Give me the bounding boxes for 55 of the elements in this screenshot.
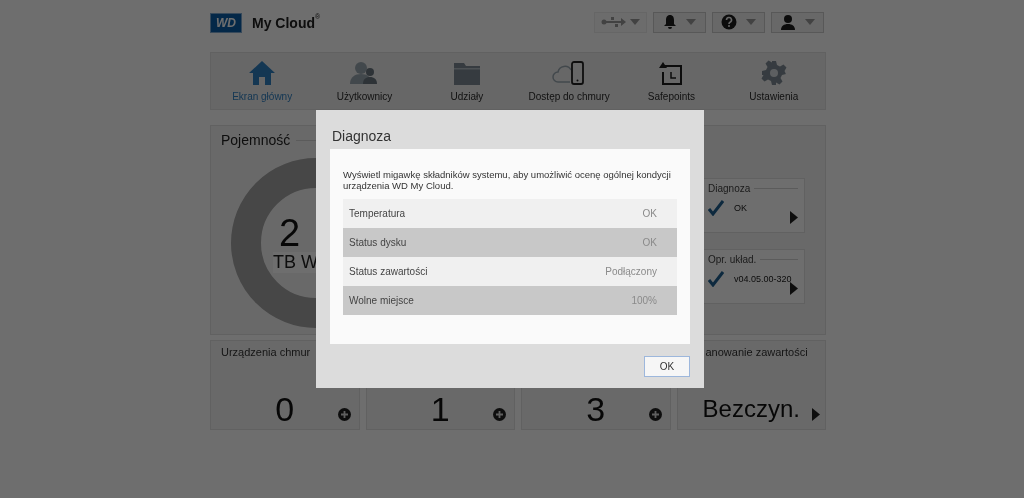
usb-icon [600, 16, 627, 28]
card-title: Pojemność [221, 132, 291, 148]
user-icon [780, 14, 797, 30]
status-title: Opr. układ. [708, 254, 757, 265]
tile-title: Urządzenia chmur [221, 346, 312, 358]
row-value: OK [642, 208, 657, 219]
status-title: Diagnoza [708, 183, 751, 194]
nav-tab[interactable]: Dostęp do chmury [518, 53, 621, 109]
caret-icon [804, 19, 815, 25]
help-button[interactable] [712, 11, 765, 33]
bell-button[interactable] [653, 11, 706, 33]
caret-icon [630, 19, 641, 25]
tile-value: Bezczyn. [702, 394, 800, 424]
row-label: Status zawartości [349, 266, 428, 277]
cloud-phone-icon [552, 60, 587, 86]
home-icon [248, 60, 277, 86]
row-value: Podłączony [605, 266, 657, 277]
settings-icon [760, 60, 787, 86]
row-value: 100% [631, 295, 657, 306]
row-value: OK [642, 237, 657, 248]
dialog-description: Wyświetl migawkę składników systemu, aby umożliwić ocenę ogólnej kondycji urządzenia WD My Cloud. [343, 169, 672, 191]
add-icon[interactable] [648, 408, 662, 421]
brand-name: My Cloud [252, 15, 315, 31]
help-icon [721, 14, 738, 30]
caret-icon [745, 19, 756, 25]
caret-icon [686, 19, 697, 25]
add-icon[interactable] [493, 408, 506, 421]
nav-tab[interactable]: Użytkownicy [313, 53, 416, 109]
check-icon [708, 200, 724, 216]
row-label: Status dysku [349, 237, 407, 248]
check-icon [708, 271, 724, 287]
row-label: Wolne miejsce [349, 295, 414, 306]
nav-tab[interactable]: Ekran główny [211, 53, 314, 109]
row-label: Temperatura [349, 208, 406, 219]
bell-icon [662, 14, 677, 30]
arrow-icon[interactable] [790, 211, 798, 224]
tile-value: 3 [586, 391, 606, 427]
tile-title: anowanie zawartości [704, 346, 809, 358]
nav-tab[interactable]: Safepoints [620, 53, 723, 109]
folder-icon [452, 60, 481, 86]
arrow-icon[interactable] [790, 282, 798, 295]
dialog-title: Diagnoza [331, 127, 393, 146]
tile-value: 0 [275, 391, 295, 427]
arrow-icon[interactable] [812, 408, 820, 421]
nav-tab[interactable]: Udziały [415, 53, 518, 109]
capacity-value: 2 [278, 213, 301, 252]
tile-value: 1 [430, 391, 450, 427]
add-icon[interactable] [337, 408, 351, 421]
user-button[interactable] [771, 11, 824, 33]
users-icon [350, 60, 379, 86]
wd-logo: WD [210, 13, 242, 33]
status-value: v04.05.00-320 [734, 274, 792, 284]
nav-tab[interactable]: Ustawienia [722, 53, 825, 109]
ok-button[interactable]: OK [644, 356, 690, 377]
status-value: OK [734, 203, 747, 213]
